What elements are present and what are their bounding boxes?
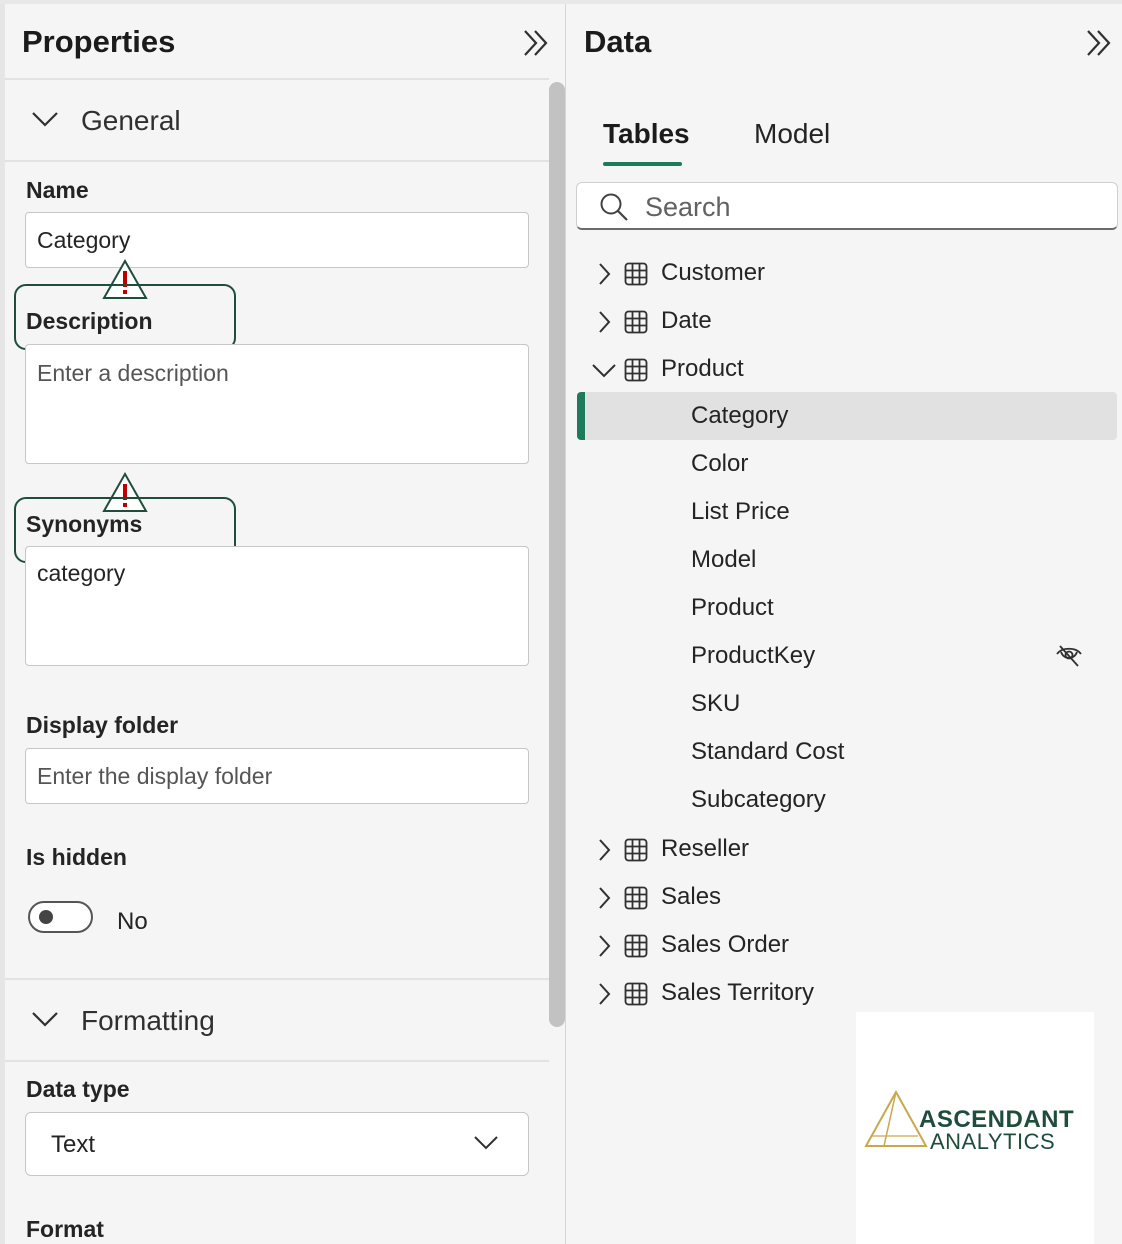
formatting-section-header[interactable]: Formatting xyxy=(30,1001,530,1041)
divider xyxy=(5,978,549,980)
chevron-right-icon xyxy=(599,311,611,333)
table-row-date[interactable]: Date xyxy=(567,298,1122,346)
field-name: Product xyxy=(691,594,774,621)
table-name: Sales Territory xyxy=(661,979,814,1006)
field-name: List Price xyxy=(691,498,790,525)
double-chevron-right-icon xyxy=(524,30,548,56)
collapse-data-button[interactable] xyxy=(1082,26,1116,60)
table-row-product[interactable]: Product xyxy=(567,346,1122,394)
is-hidden-label: Is hidden xyxy=(26,844,127,870)
table-icon xyxy=(624,358,648,382)
chevron-right-icon xyxy=(599,263,611,285)
field-name: Category xyxy=(691,402,789,429)
warning-icon xyxy=(102,258,148,299)
data-title: Data xyxy=(584,24,652,59)
field-name: Standard Cost xyxy=(691,738,845,765)
pane-edge xyxy=(0,4,5,1244)
field-row-list-price[interactable]: List Price xyxy=(577,488,1117,536)
table-icon xyxy=(624,262,648,286)
table-row-sales-territory[interactable]: Sales Territory xyxy=(567,970,1122,1018)
collapse-properties-button[interactable] xyxy=(519,26,553,60)
table-name: Reseller xyxy=(661,835,750,862)
general-section-header[interactable]: General xyxy=(30,101,530,141)
search-input[interactable] xyxy=(643,189,1087,225)
tab-model[interactable]: Model xyxy=(754,118,830,150)
field-row-product[interactable]: Product xyxy=(577,584,1117,632)
table-row-reseller[interactable]: Reseller xyxy=(567,826,1122,874)
active-tab-indicator xyxy=(603,162,682,166)
field-row-subcategory[interactable]: Subcategory xyxy=(577,776,1117,824)
field-name: ProductKey xyxy=(691,642,816,669)
field-row-sku[interactable]: SKU xyxy=(577,680,1117,728)
table-name: Customer xyxy=(661,259,766,286)
chevron-right-icon xyxy=(599,839,611,861)
properties-pane: Properties General Name Description Syno… xyxy=(0,4,566,1244)
field-row-color[interactable]: Color xyxy=(577,440,1117,488)
synonyms-label: Synonyms xyxy=(26,511,143,537)
chevron-down-icon xyxy=(32,1012,58,1027)
data-type-label: Data type xyxy=(26,1076,130,1102)
tab-tables[interactable]: Tables xyxy=(603,118,690,150)
table-name: Sales Order xyxy=(661,931,790,958)
table-name: Date xyxy=(661,307,712,334)
description-label: Description xyxy=(26,308,153,334)
name-label: Name xyxy=(26,177,89,203)
chevron-down-icon xyxy=(474,1136,498,1150)
field-name: SKU xyxy=(691,690,741,717)
table-name: Sales xyxy=(661,883,722,910)
double-chevron-right-icon xyxy=(1087,30,1111,56)
properties-scrollbar[interactable] xyxy=(549,82,565,1027)
table-icon xyxy=(624,982,648,1006)
field-row-productkey[interactable]: ProductKey xyxy=(577,632,1117,680)
chevron-down-icon xyxy=(592,364,616,378)
toggle-knob xyxy=(39,910,53,924)
field-name: Color xyxy=(691,450,749,477)
search-icon xyxy=(600,193,628,221)
formatting-section-label: Formatting xyxy=(81,1005,215,1036)
table-icon xyxy=(624,310,648,334)
display-folder-label: Display folder xyxy=(26,712,179,738)
logo-text-line2: ANALYTICS xyxy=(930,1129,1056,1154)
description-textarea[interactable] xyxy=(25,344,529,464)
table-icon xyxy=(624,886,648,910)
table-row-sales[interactable]: Sales xyxy=(567,874,1122,922)
field-name: Model xyxy=(691,546,757,573)
format-label: Format xyxy=(26,1216,104,1242)
ascendant-analytics-logo: ASCENDANT ANALYTICS xyxy=(856,1012,1094,1244)
display-folder-input[interactable] xyxy=(25,748,529,804)
data-type-dropdown[interactable]: Text xyxy=(25,1112,529,1176)
search-box[interactable] xyxy=(576,182,1118,230)
table-row-sales-order[interactable]: Sales Order xyxy=(567,922,1122,970)
table-name: Product xyxy=(661,355,744,382)
chevron-down-icon xyxy=(32,112,58,127)
table-row-customer[interactable]: Customer xyxy=(567,250,1122,298)
divider xyxy=(5,1060,549,1062)
table-icon xyxy=(624,838,648,862)
selection-indicator xyxy=(577,392,585,440)
table-icon xyxy=(624,934,648,958)
synonyms-textarea[interactable]: category xyxy=(25,546,529,666)
divider xyxy=(5,160,549,162)
chevron-right-icon xyxy=(599,983,611,1005)
chevron-right-icon xyxy=(599,935,611,957)
field-name: Subcategory xyxy=(691,786,826,813)
data-type-value: Text xyxy=(51,1131,96,1158)
field-row-standard-cost[interactable]: Standard Cost xyxy=(577,728,1117,776)
field-row-model[interactable]: Model xyxy=(577,536,1117,584)
warning-icon xyxy=(102,471,148,512)
eye-off-icon xyxy=(1056,645,1082,667)
divider xyxy=(5,78,549,80)
general-section-label: General xyxy=(81,105,181,136)
chevron-right-icon xyxy=(599,887,611,909)
field-row-category[interactable]: Category xyxy=(577,392,1117,440)
is-hidden-state: No xyxy=(117,908,148,935)
is-hidden-toggle[interactable] xyxy=(28,901,93,933)
properties-title: Properties xyxy=(22,24,176,59)
